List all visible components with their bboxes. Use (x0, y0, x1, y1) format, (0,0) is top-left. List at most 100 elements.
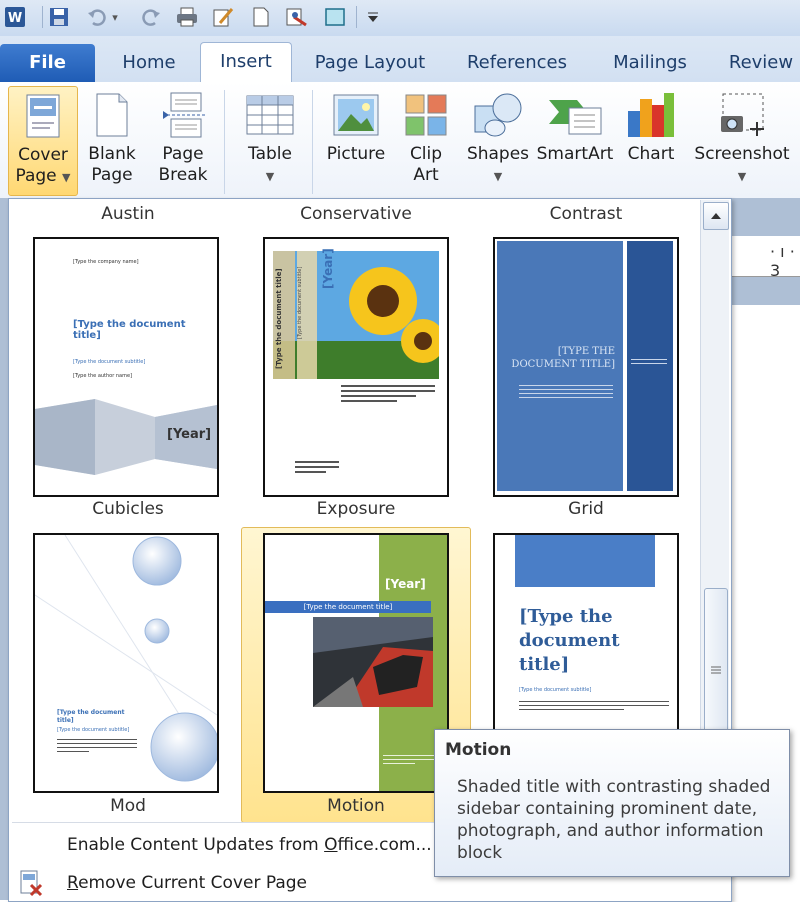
gallery-label-austin: Austin (101, 204, 155, 224)
menu-text: Enable Content Updates from (67, 835, 325, 855)
thumb-abstract-lines (341, 385, 435, 402)
thumb-subtitle-text: [Type the document subtitle] (297, 266, 303, 339)
new-doc-icon[interactable] (250, 6, 272, 28)
train-photo (313, 617, 433, 707)
thumb-title-text: [Type the document title] (275, 268, 283, 369)
thumb-sidebar-lines (631, 359, 667, 364)
cover-page-icon (9, 87, 77, 145)
ribbon-divider (312, 90, 313, 194)
thumb-subtitle-text: [Type the document subtitle] (73, 359, 146, 365)
tab-insert[interactable]: Insert (200, 42, 292, 83)
picture-label: Picture (326, 144, 386, 164)
blank-page-icon (84, 86, 140, 144)
tab-home[interactable]: Home (110, 44, 188, 82)
undo-icon[interactable] (86, 6, 108, 28)
screenshot-icon (690, 86, 794, 144)
cover-thumb-motion[interactable]: [Year] [Type the document title] (263, 533, 449, 793)
tab-page-layout[interactable]: Page Layout (306, 44, 434, 82)
picture-icon (322, 86, 390, 144)
clip-art-button[interactable]: Clip Art (398, 86, 454, 194)
thumb-abstract-lines (57, 739, 137, 752)
thumb-year-text: [Year] (321, 248, 335, 289)
cover-thumb-exposure[interactable]: [Type the document title] [Type the docu… (263, 237, 449, 497)
gallery-label-grid: Grid (568, 499, 604, 519)
tab-file[interactable]: File (0, 44, 95, 82)
gallery-label-exposure: Exposure (316, 499, 396, 519)
menu-accelerator: O (324, 835, 338, 855)
table-icon (236, 86, 304, 144)
screenshot-button[interactable]: Screenshot ▼ (690, 86, 794, 194)
redo-icon[interactable] (140, 6, 162, 28)
scroll-up-button[interactable] (703, 202, 729, 230)
enable-content-updates-item[interactable]: Enable Content Updates from Office.com..… (67, 835, 432, 855)
chevron-down-icon: ▼ (265, 170, 275, 183)
thumb-author-text: [Type the author name] (73, 373, 133, 379)
smartart-label: SmartArt (536, 144, 614, 164)
menu-text: emove Current Cover Page (78, 873, 307, 893)
shapes-button[interactable]: Shapes ▼ (462, 86, 534, 194)
tooltip-title: Motion (445, 740, 512, 760)
gallery-label-mod: Mod (110, 796, 146, 816)
gallery-scrollbar[interactable] (700, 200, 729, 820)
menu-text: ffice.com... (337, 835, 432, 855)
cover-page-button[interactable]: Cover Page ▼ (8, 86, 78, 196)
cover-page-label-2: Page (15, 166, 57, 186)
smartart-icon (536, 86, 614, 144)
screenshot-label: Screenshot (694, 144, 790, 164)
customize-icon[interactable] (364, 6, 382, 28)
title-bar: W ▾ (0, 0, 800, 37)
blank-page-button[interactable]: Blank Page (84, 86, 140, 194)
thumb-year-text: [Year] (385, 577, 426, 591)
gallery-label-conservative: Conservative (300, 204, 412, 224)
print-icon[interactable] (176, 6, 198, 28)
chart-button[interactable]: Chart (620, 86, 682, 194)
shapes-icon (462, 86, 534, 144)
tooltip-body: Shaded title with contrasting shaded sid… (457, 777, 771, 863)
mod-graphic (35, 535, 217, 782)
format-icon[interactable] (286, 6, 308, 28)
thumb-abstract-lines (519, 701, 669, 710)
undo-dropdown-icon[interactable]: ▾ (108, 6, 122, 28)
page-break-button[interactable]: Page Break (152, 86, 214, 194)
gallery-label-motion: Motion (327, 796, 385, 816)
cover-thumb-mod[interactable]: [Type the document title] [Type the docu… (33, 533, 219, 793)
thumb-subtitle-text: [Type the document subtitle] (57, 727, 130, 733)
smartart-button[interactable]: SmartArt (536, 86, 614, 194)
header-block (515, 535, 655, 587)
thumb-year-text: [Year] (167, 427, 212, 442)
chevron-up-icon (711, 213, 721, 219)
ribbon-divider (224, 90, 225, 194)
remove-current-cover-item[interactable]: Remove Current Cover Page (67, 873, 307, 893)
word-icon[interactable]: W (4, 6, 26, 28)
svg-text:W: W (8, 11, 22, 26)
clip-art-label-2: Art (413, 165, 439, 185)
picture-button[interactable]: Picture (322, 86, 390, 194)
cover-thumb-grid[interactable]: [TYPE THE DOCUMENT TITLE] (493, 237, 679, 497)
ribbon-insert: Cover Page ▼ Blank Page Page Break Table… (0, 82, 800, 199)
cover-thumb-cubicles[interactable]: [Type the company name] [Type the docume… (33, 237, 219, 497)
table-button[interactable]: Table ▼ (236, 86, 304, 194)
save-icon[interactable] (48, 6, 70, 28)
page-break-label-2: Break (158, 165, 208, 185)
page-break-label-1: Page (162, 144, 204, 164)
tab-review[interactable]: Review (722, 44, 800, 82)
blank-page-label-2: Page (91, 165, 133, 185)
chevron-down-icon: ▼ (62, 171, 71, 184)
thumb-subtitle-text: [Type the document subtitle] (519, 687, 592, 693)
clip-art-icon (398, 86, 454, 144)
grip-icon (711, 666, 721, 674)
scroll-thumb[interactable] (704, 588, 728, 752)
thumb-author-lines (295, 461, 339, 473)
ruler-marks: · ı · 3 (770, 242, 795, 280)
clip-art-label-1: Clip (409, 144, 443, 164)
frame-icon[interactable] (324, 6, 346, 28)
ribbon-tab-row: File Home Insert Page Layout References … (0, 36, 800, 83)
thumb-abstract-lines (519, 385, 613, 398)
thumb-title-text: [Type the document title] (57, 709, 125, 724)
chart-icon (620, 86, 682, 144)
cover-page-label-1: Cover (18, 145, 68, 165)
tooltip-motion: Motion Shaded title with contrasting sha… (434, 729, 790, 877)
tab-references[interactable]: References (458, 44, 576, 82)
edit-icon[interactable] (212, 6, 234, 28)
tab-mailings[interactable]: Mailings (600, 44, 700, 82)
